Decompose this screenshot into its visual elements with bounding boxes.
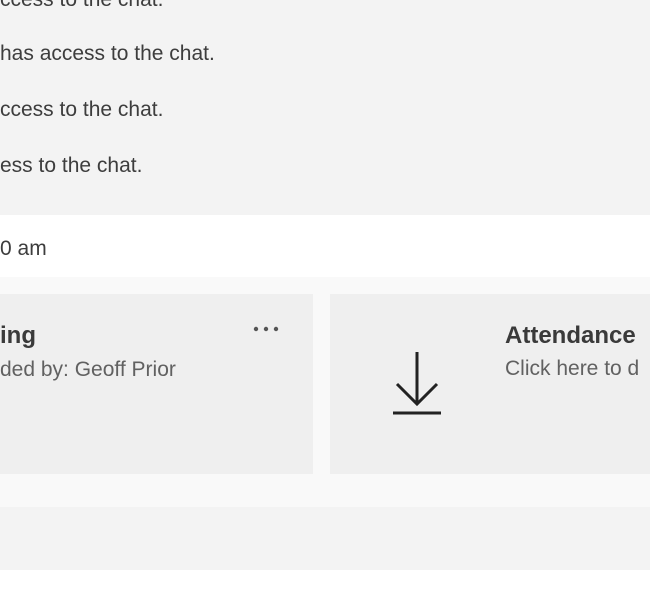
system-message: has access to the chat. — [0, 42, 215, 65]
recording-card-subtitle: ded by: Geoff Prior — [0, 358, 176, 381]
footer-spacer — [0, 570, 650, 589]
more-options-icon[interactable] — [251, 322, 281, 334]
download-icon[interactable] — [392, 350, 442, 416]
compose-area[interactable] — [0, 507, 650, 570]
system-message: ccess to the chat. — [0, 0, 163, 12]
attendance-card-subtitle: Click here to d — [505, 357, 640, 380]
message-header: 0 am — [0, 215, 650, 277]
system-message: ess to the chat. — [0, 154, 143, 177]
meeting-cards-area: ing ded by: Geoff Prior Attendance Click… — [0, 277, 650, 507]
recording-card-title: ing — [0, 322, 36, 349]
attendance-card-title: Attendance — [505, 322, 636, 349]
message-timestamp: 0 am — [0, 237, 47, 260]
system-message: ccess to the chat. — [0, 98, 164, 121]
system-messages: ccess to the chat. has access to the cha… — [0, 0, 650, 215]
recording-card[interactable]: ing ded by: Geoff Prior — [0, 294, 313, 474]
attendance-card[interactable]: Attendance Click here to d — [330, 294, 650, 474]
